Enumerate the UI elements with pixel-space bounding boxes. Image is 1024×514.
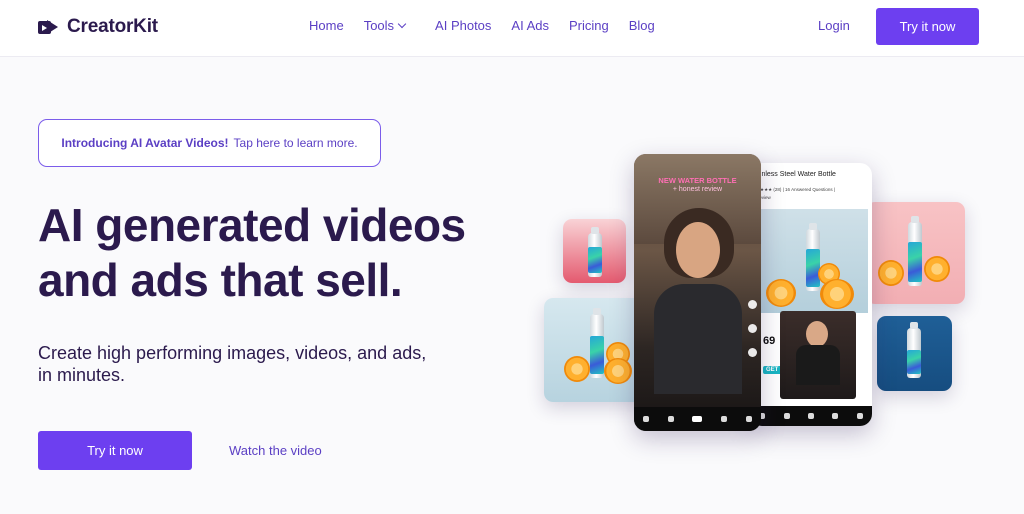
product-image-blue [877,316,952,391]
nav-home[interactable]: Home [309,18,344,33]
like-icon [748,300,757,309]
nav-ai-photos[interactable]: AI Photos [435,18,491,33]
announcement-banner[interactable]: Introducing AI Avatar Videos! Tap here t… [38,119,381,167]
nav-tools-label: Tools [363,18,395,33]
video-overlay-subtitle: + honest review [672,186,723,193]
chevron-down-icon [397,19,407,29]
headline-line-1: AI generated videos [38,199,466,251]
nav-pricing[interactable]: Pricing [569,18,609,33]
watch-video-link[interactable]: Watch the video [229,443,322,458]
product-price: 69 [763,335,776,347]
headline-line-2: and ads that sell. [38,254,403,306]
video-overlay-title: NEW WATER BOTTLE [658,176,737,185]
product-rating: ★★★★ (28) | 16 Answered Questions | [756,187,836,192]
hero-headline: AI generated videos and ads that sell. [38,198,518,308]
nav-blog[interactable]: Blog [629,18,655,33]
hero-subheadline: Create high performing images, videos, a… [38,342,478,386]
nav-try-button[interactable]: Try it now [876,8,979,45]
announcement-title: Introducing AI Avatar Videos! [61,136,229,150]
product-image-sky [544,298,648,402]
top-nav: CreatorKit Home Tools AI Photos AI Ads P… [0,0,1024,57]
share-icon [748,348,757,357]
brand-logo[interactable]: CreatorKit [38,16,158,38]
phone-avatar-video: NEW WATER BOTTLE + honest review [634,154,761,431]
brand-name: CreatorKit [67,16,158,37]
sub-line-1: Create high performing images, videos, a… [38,343,427,363]
hero-try-button[interactable]: Try it now [38,431,192,470]
comment-icon [748,324,757,333]
logo-icon [38,19,59,35]
nav-links: Home Tools AI Photos AI Ads Pricing Blog [309,18,655,33]
product-image-pink-small [563,219,626,283]
nav-ai-ads[interactable]: AI Ads [511,18,549,33]
phone-product-page: ainless Steel Water Bottle ★★★★ (28) | 1… [750,163,872,426]
sub-line-2: in minutes. [38,365,126,385]
login-link[interactable]: Login [818,18,850,33]
nav-tools[interactable]: Tools [363,18,407,33]
announcement-link: Tap here to learn more. [233,136,358,150]
product-image-pink [866,202,965,304]
product-title: ainless Steel Water Bottle [756,171,836,178]
